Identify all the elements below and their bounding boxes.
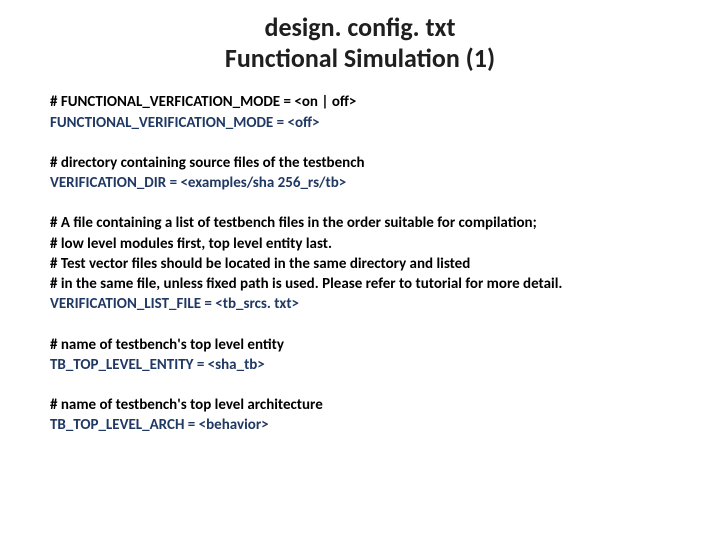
slide-title: design. config. txt Functional Simulatio…	[50, 12, 670, 74]
config-line: # Test vector files should be located in…	[50, 254, 670, 274]
config-line: VERIFICATION_DIR = <examples/sha 256_rs/…	[50, 173, 670, 193]
title-line-2: Functional Simulation (1)	[50, 43, 670, 74]
slide-body: # FUNCTIONAL_VERFICATION_MODE = <on | of…	[50, 92, 670, 435]
config-line: # name of testbench's top level architec…	[50, 395, 670, 415]
config-line: TB_TOP_LEVEL_ENTITY = <sha_tb>	[50, 355, 670, 375]
config-line: # name of testbench's top level entity	[50, 335, 670, 355]
config-section: # name of testbench's top level architec…	[50, 395, 670, 436]
config-line: # low level modules first, top level ent…	[50, 234, 670, 254]
config-line: TB_TOP_LEVEL_ARCH = <behavior>	[50, 415, 670, 435]
config-line: FUNCTIONAL_VERIFICATION_MODE = <off>	[50, 113, 670, 133]
config-line: # FUNCTIONAL_VERFICATION_MODE = <on | of…	[50, 92, 670, 112]
config-line: # directory containing source files of t…	[50, 153, 670, 173]
config-line: # in the same file, unless fixed path is…	[50, 274, 670, 294]
config-section: # FUNCTIONAL_VERFICATION_MODE = <on | of…	[50, 92, 670, 133]
config-section: # directory containing source files of t…	[50, 153, 670, 194]
config-line: # A file containing a list of testbench …	[50, 213, 670, 233]
config-section: # name of testbench's top level entityTB…	[50, 335, 670, 376]
title-line-1: design. config. txt	[50, 12, 670, 43]
config-section: # A file containing a list of testbench …	[50, 213, 670, 314]
config-line: VERIFICATION_LIST_FILE = <tb_srcs. txt>	[50, 294, 670, 314]
